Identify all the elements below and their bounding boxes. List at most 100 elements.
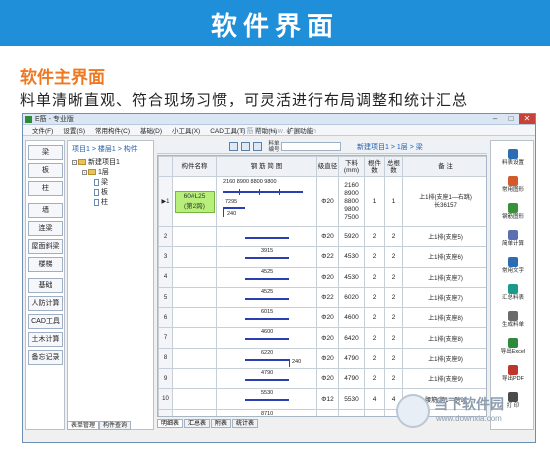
- shape-dimension: 8710: [261, 410, 274, 417]
- cell-note: 上1排(支座7): [402, 286, 486, 309]
- sidebar-action-8[interactable]: 导出PDF: [493, 365, 533, 387]
- save-icon[interactable]: [229, 142, 238, 151]
- print-icon[interactable]: [253, 142, 262, 151]
- tree-node-project[interactable]: - 新建项目1: [72, 157, 120, 167]
- tree-node-beam[interactable]: 梁: [94, 177, 108, 187]
- cell-shape: 6220 240: [216, 347, 317, 370]
- table-row[interactable]: 5 4525 Φ22 6020 2 2 上1排(支座7): [158, 286, 486, 309]
- table-row[interactable]: ▶1 60#L25 (第2跨) 2160 8900 8800 9800 7295…: [158, 176, 486, 227]
- tab-form-manage[interactable]: 表单管理: [67, 421, 100, 430]
- menu-foundation[interactable]: 基础(D): [135, 125, 167, 135]
- cell-total: 1: [384, 176, 403, 227]
- sidebar-item-column[interactable]: 柱: [28, 181, 63, 196]
- col-header-grade: 级直径: [316, 156, 339, 177]
- sidebar-action-4[interactable]: 常用文字: [493, 257, 533, 279]
- sidebar-action-6[interactable]: 生成料单: [493, 311, 533, 333]
- cell-shape: [216, 225, 317, 248]
- row-index: 7: [158, 327, 173, 349]
- site-logo: 当下软件园 www.downxia.com: [396, 392, 536, 432]
- shape-dimension: 4525: [261, 288, 274, 295]
- table-row[interactable]: 9 4790 Φ20 4790 2 2 上1排(支座9): [158, 368, 486, 390]
- refresh-icon[interactable]: [241, 142, 250, 151]
- sidebar-item-civil-calc[interactable]: 土木计算: [28, 332, 63, 347]
- cell-count: 2: [364, 327, 385, 349]
- sidebar-item-coupling-beam[interactable]: 连梁: [28, 221, 63, 236]
- rebar-line: [245, 379, 289, 382]
- menu-settings[interactable]: 设置(S): [58, 125, 90, 135]
- sidebar-action-2[interactable]: 钢筋图形: [493, 203, 533, 225]
- sidebar-action-7[interactable]: 导出Excel: [493, 338, 533, 360]
- tree-breadcrumb[interactable]: 项目1 > 楼层1 > 构件: [72, 144, 138, 154]
- table-row[interactable]: 2 Φ20 5920 2 2 上1排(支座5): [158, 225, 486, 248]
- sidebar-item-roof-beam[interactable]: 屋面斜梁: [28, 239, 63, 254]
- table-row[interactable]: 7 4600 Φ20 6420 2 2 上1排(支座8): [158, 327, 486, 349]
- folder-icon: [78, 159, 86, 166]
- shape-dims-top: 2160 8900 8800 9800: [223, 179, 277, 185]
- tab-summary[interactable]: 汇总表: [184, 419, 211, 428]
- sidebar-action-3[interactable]: 简单计算: [493, 230, 533, 252]
- maximize-icon[interactable]: □: [503, 114, 519, 124]
- sidebar-item-foundation[interactable]: 基础: [28, 278, 63, 293]
- sidebar-action-5[interactable]: 汇总料表: [493, 284, 533, 306]
- cell-grade: Φ20: [316, 307, 339, 329]
- sidebar-item-civil-defense[interactable]: 人防计算: [28, 296, 63, 311]
- tree-node-floor[interactable]: -1层: [82, 167, 109, 177]
- sidebar-item-beam[interactable]: 梁: [28, 145, 63, 160]
- cell-part-name[interactable]: 60#L25 (第2跨): [172, 176, 217, 227]
- sidebar-item-wall[interactable]: 墙: [28, 203, 63, 218]
- close-icon[interactable]: ✕: [519, 114, 535, 124]
- tab-attachment[interactable]: 附表: [211, 419, 232, 428]
- sidebar-item-memo[interactable]: 备忘记录: [28, 350, 63, 365]
- menu-common-parts[interactable]: 常用构件(C): [90, 125, 135, 135]
- sidebar-item-cad-tools[interactable]: CAD工具: [28, 314, 63, 329]
- rebar-line: [245, 257, 289, 260]
- cell-length: 6420: [338, 327, 365, 349]
- cell-length: 4530: [338, 246, 365, 268]
- sidebar-item-stairs[interactable]: 楼梯: [28, 257, 63, 272]
- cell-length: 6020: [338, 286, 365, 309]
- menu-tools[interactable]: 小工具(X): [167, 125, 205, 135]
- tree-node-slab[interactable]: 板: [94, 187, 108, 197]
- tab-detail[interactable]: 明细表: [157, 419, 184, 428]
- cell-total: 2: [384, 246, 403, 268]
- row-index: ▶1: [158, 176, 173, 227]
- cell-length: 8710: [338, 408, 365, 416]
- sidebar-action-1[interactable]: 常用图形: [493, 176, 533, 198]
- action-label: 生成料单: [501, 322, 524, 328]
- collapse-icon[interactable]: -: [72, 159, 77, 165]
- cell-grade: Φ20: [316, 347, 339, 370]
- row-index: 8: [158, 347, 173, 370]
- cell-note: 上1排(支座8): [402, 327, 486, 349]
- sidebar-item-slab[interactable]: 板: [28, 163, 63, 178]
- cell-grade: Φ20: [316, 368, 339, 390]
- minimize-icon[interactable]: –: [487, 114, 503, 124]
- row-index: 4: [158, 266, 173, 288]
- tab-statistics[interactable]: 统计表: [232, 419, 259, 428]
- table-row[interactable]: 3 3915 Φ22 4530 2 2 上1排(支座6): [158, 246, 486, 268]
- tab-part-query[interactable]: 构件查询: [99, 421, 132, 430]
- table-row[interactable]: 8 6220 240 Φ20 4790 2 2 上1排(支座9): [158, 347, 486, 370]
- cell-note: 上1排(支座1—右跳) 长36157: [402, 176, 486, 227]
- action-icon: [508, 338, 518, 348]
- section-description: 料单清晰直观、符合现场习惯，可灵活进行布局调整和统计汇总: [20, 91, 469, 109]
- shape-hook-length: 240: [227, 211, 237, 217]
- action-label: 常用图形: [501, 187, 524, 193]
- sheet-number-input[interactable]: [281, 142, 341, 151]
- folder-icon: [88, 169, 96, 176]
- table-breadcrumb[interactable]: 新建项目1 > 1层 > 梁: [357, 142, 423, 152]
- table-row[interactable]: 4 4525 Φ20 4530 2 2 上1排(支座7): [158, 266, 486, 288]
- shape-dimension: 6220: [261, 349, 274, 356]
- cell-count: 2: [364, 368, 385, 390]
- selected-part-badge[interactable]: 60#L25 (第2跨): [174, 190, 215, 213]
- menu-file[interactable]: 文件(F): [27, 125, 58, 135]
- table-row[interactable]: 6 6015 Φ20 4600 2 2 上1排(支座8): [158, 307, 486, 329]
- tree-node-column[interactable]: 柱: [94, 197, 108, 207]
- rebar-tick: [279, 189, 280, 195]
- col-header-name: 构件名称: [172, 156, 217, 177]
- sidebar-action-0[interactable]: 料表设置: [493, 149, 533, 171]
- cell-count: 2: [364, 286, 385, 309]
- table-toolbar: 料单编号 新建项目1 > 1层 > 梁: [157, 140, 487, 154]
- header-banner: 软件界面: [0, 0, 550, 46]
- collapse-icon[interactable]: -: [82, 169, 87, 175]
- rebar-shape-diagram: 5530: [218, 390, 316, 408]
